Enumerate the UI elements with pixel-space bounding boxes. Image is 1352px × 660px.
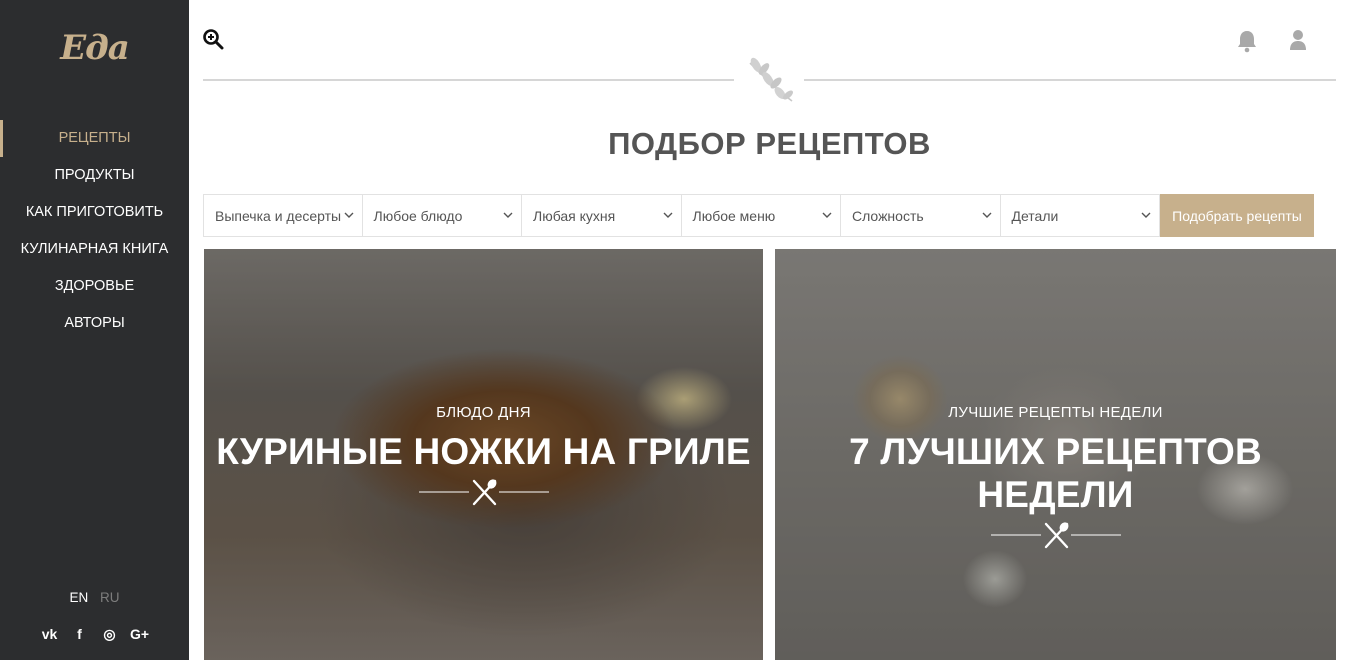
menu-select[interactable]: Любое меню bbox=[681, 194, 841, 237]
find-recipes-button[interactable]: Подобрать рецепты bbox=[1160, 194, 1314, 237]
best-recipes-of-week-card[interactable]: ЛУЧШИЕ РЕЦЕПТЫ НЕДЕЛИ 7 ЛУЧШИХ РЕЦЕПТОВ … bbox=[775, 249, 1336, 660]
facebook-icon[interactable]: f bbox=[70, 626, 90, 643]
olive-branch-icon bbox=[742, 55, 798, 107]
language-switcher: EN RU bbox=[0, 590, 189, 605]
card-headline: КУРИНЫЕ НОЖКИ НА ГРИЛЕ bbox=[216, 431, 751, 472]
bell-icon[interactable] bbox=[1236, 29, 1258, 53]
card-kicker: БЛЮДО ДНЯ bbox=[436, 404, 531, 421]
sidebar: Eдa РЕЦЕПТЫ ПРОДУКТЫ КАК ПРИГОТОВИТЬ КУЛ… bbox=[0, 0, 189, 660]
category-select-value: Выпечка и десерты bbox=[215, 208, 342, 224]
chevron-down-icon bbox=[344, 212, 353, 218]
header-divider-left bbox=[203, 79, 734, 81]
lang-en-link[interactable]: EN bbox=[69, 590, 88, 605]
chevron-down-icon bbox=[663, 212, 672, 218]
dish-select[interactable]: Любое блюдо bbox=[362, 194, 522, 237]
sidebar-item-recipes[interactable]: РЕЦЕПТЫ bbox=[0, 120, 189, 157]
difficulty-select-value: Сложность bbox=[852, 208, 924, 224]
lang-ru-link[interactable]: RU bbox=[100, 590, 120, 605]
social-links: vk f ◎ G+ bbox=[0, 626, 189, 643]
header-divider-right bbox=[804, 79, 1336, 81]
dish-of-the-day-card[interactable]: БЛЮДО ДНЯ КУРИНЫЕ НОЖКИ НА ГРИЛЕ bbox=[204, 249, 763, 660]
zoom-in-icon[interactable] bbox=[202, 28, 224, 50]
card-kicker: ЛУЧШИЕ РЕЦЕПТЫ НЕДЕЛИ bbox=[948, 404, 1163, 421]
sidebar-item-how-to-cook[interactable]: КАК ПРИГОТОВИТЬ bbox=[0, 194, 189, 231]
menu-select-value: Любое меню bbox=[692, 208, 776, 224]
site-logo[interactable]: Eдa bbox=[0, 28, 189, 68]
user-icon[interactable] bbox=[1288, 29, 1308, 51]
cutlery-icon bbox=[990, 522, 1121, 549]
details-select-value: Детали bbox=[1011, 208, 1059, 224]
main-nav: РЕЦЕПТЫ ПРОДУКТЫ КАК ПРИГОТОВИТЬ КУЛИНАР… bbox=[0, 120, 189, 342]
cutlery-icon bbox=[418, 479, 549, 506]
chevron-down-icon bbox=[982, 212, 991, 218]
dish-select-value: Любое блюдо bbox=[373, 208, 463, 224]
chevron-down-icon bbox=[503, 212, 513, 218]
cuisine-select-value: Любая кухня bbox=[533, 208, 616, 224]
page-title: ПОДБОР РЕЦЕПТОВ bbox=[608, 126, 931, 161]
google-plus-icon[interactable]: G+ bbox=[130, 626, 150, 643]
vk-icon[interactable]: vk bbox=[40, 626, 60, 643]
sidebar-item-authors[interactable]: АВТОРЫ bbox=[0, 305, 189, 342]
chevron-down-icon bbox=[1141, 212, 1151, 218]
cuisine-select[interactable]: Любая кухня bbox=[522, 194, 682, 237]
difficulty-select[interactable]: Сложность bbox=[841, 194, 1001, 237]
details-select[interactable]: Детали bbox=[1000, 194, 1160, 237]
category-select[interactable]: Выпечка и десерты bbox=[203, 194, 363, 237]
card-headline-line1: 7 ЛУЧШИХ РЕЦЕПТОВ bbox=[849, 431, 1262, 472]
chevron-down-icon bbox=[822, 212, 832, 218]
sidebar-item-products[interactable]: ПРОДУКТЫ bbox=[0, 157, 189, 194]
sidebar-item-cookbook[interactable]: КУЛИНАРНАЯ КНИГА bbox=[0, 231, 189, 268]
card-headline-line2: НЕДЕЛИ bbox=[977, 474, 1134, 515]
instagram-icon[interactable]: ◎ bbox=[100, 626, 120, 643]
sidebar-item-health[interactable]: ЗДОРОВЬЕ bbox=[0, 268, 189, 305]
recipe-filters: Выпечка и десерты Любое блюдо Любая кухн… bbox=[203, 194, 1314, 237]
